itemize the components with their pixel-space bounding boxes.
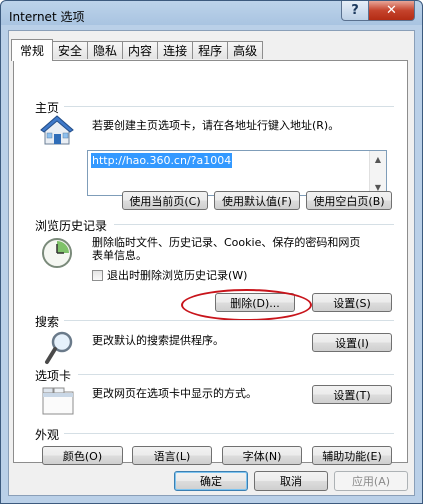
tabs-settings-button[interactable]: 设置(T): [312, 385, 392, 404]
tabs-section-divider: [78, 374, 394, 375]
home-description: 若要创建主页选项卡，请在各地址行键入地址(R)。: [92, 119, 340, 132]
general-tab-panel: 主页 若要创建主页选项卡，请在各地址行键入地址(R)。 http://hao.3…: [13, 60, 408, 465]
internet-options-window: Internet 选项 ? ✕ 常规 安全 隐私 内容 连接 程序 高级 主页 …: [0, 0, 423, 504]
tab-general[interactable]: 常规: [11, 39, 54, 61]
tab-content[interactable]: 内容: [122, 41, 159, 59]
tabs-description: 更改网页在选项卡中显示的方式。: [92, 387, 257, 400]
search-description: 更改默认的搜索提供程序。: [92, 334, 224, 347]
apply-button[interactable]: 应用(A): [334, 471, 408, 491]
home-url-value: http://hao.360.cn/?a1004: [91, 153, 233, 168]
close-button[interactable]: ✕: [368, 1, 415, 21]
tab-strip: 常规 安全 隐私 内容 连接 程序 高级: [11, 39, 264, 61]
cancel-button[interactable]: 取消: [254, 471, 328, 491]
tab-privacy[interactable]: 隐私: [87, 41, 124, 59]
ok-button[interactable]: 确定: [174, 471, 248, 491]
appearance-section-label: 外观: [35, 428, 60, 442]
scroll-up-arrow-icon[interactable]: ▲: [370, 151, 386, 167]
magnifier-icon: [45, 331, 73, 364]
search-section-label: 搜索: [35, 315, 60, 329]
appearance-section-divider: [64, 433, 394, 434]
url-scrollbar[interactable]: ▲ ▼: [369, 151, 386, 195]
home-url-textarea[interactable]: http://hao.360.cn/?a1004 ▲ ▼: [87, 150, 387, 196]
history-settings-button[interactable]: 设置(S): [312, 293, 392, 312]
search-section-divider: [64, 320, 394, 321]
tab-connections[interactable]: 连接: [157, 41, 194, 59]
history-clock-icon: [42, 238, 72, 268]
tab-advanced[interactable]: 高级: [227, 41, 264, 59]
languages-button[interactable]: 语言(L): [132, 446, 212, 465]
colors-button[interactable]: 颜色(O): [42, 446, 123, 465]
accessibility-button[interactable]: 辅助功能(E): [312, 446, 392, 465]
history-section-label: 浏览历史记录: [35, 219, 108, 233]
home-section-divider: [64, 106, 394, 107]
tabs-section-label: 选项卡: [35, 369, 72, 383]
fonts-button[interactable]: 字体(N): [222, 446, 302, 465]
tab-programs[interactable]: 程序: [192, 41, 229, 59]
window-title: Internet 选项: [9, 10, 85, 24]
delete-on-exit-checkbox[interactable]: [92, 270, 103, 281]
help-button[interactable]: ?: [341, 1, 369, 21]
delete-on-exit-label[interactable]: 退出时删除浏览历史记录(W): [107, 269, 247, 282]
history-section-divider: [114, 224, 394, 225]
tab-security[interactable]: 安全: [52, 41, 89, 59]
dialog-client-area: 常规 安全 隐私 内容 连接 程序 高级 主页 若要创建主页选项卡，请在各地址行…: [8, 30, 415, 496]
title-bar[interactable]: Internet 选项 ? ✕: [1, 1, 422, 31]
house-icon: [40, 115, 74, 145]
use-current-button[interactable]: 使用当前页(C): [122, 191, 208, 210]
use-default-button[interactable]: 使用默认值(F): [214, 191, 300, 210]
tabs-window-icon: [42, 387, 74, 415]
history-description-line2: 表单信息。: [92, 249, 147, 262]
search-settings-button[interactable]: 设置(I): [312, 333, 392, 352]
delete-button-highlight-ellipse: [181, 289, 312, 321]
use-blank-button[interactable]: 使用空白页(B): [306, 191, 392, 210]
history-description-line1: 删除临时文件、历史记录、Cookie、保存的密码和网页: [92, 236, 361, 249]
